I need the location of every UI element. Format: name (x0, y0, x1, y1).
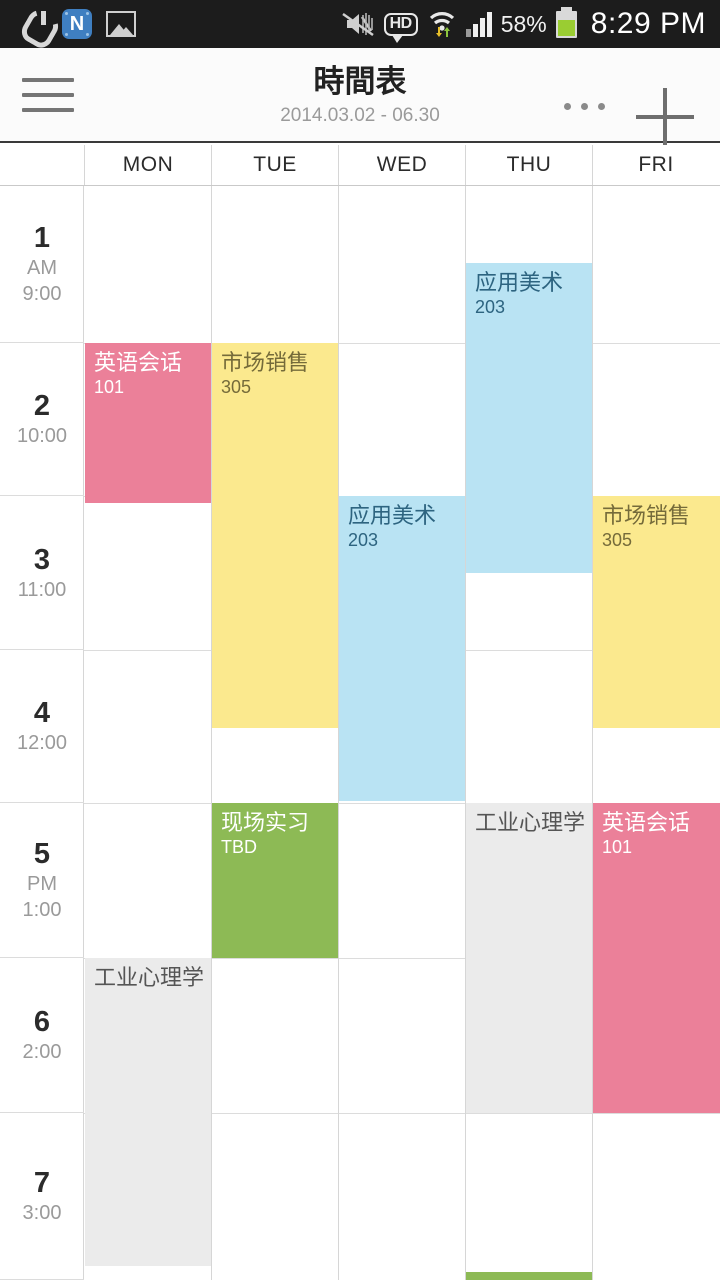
time-slot-3: 3 11:00 (0, 496, 84, 650)
n-app-icon-letter: N (69, 13, 85, 35)
timetable: MON TUE WED THU FRI 1 AM 9:00 2 10:00 3 11:00 4… (0, 145, 720, 1280)
day-header-mon[interactable]: MON (84, 145, 211, 185)
event-title: 现场实习 (221, 810, 310, 835)
wifi-icon (427, 9, 457, 39)
time-slot-4: 4 12:00 (0, 650, 84, 803)
hd-voice-icon: HD (383, 12, 418, 43)
day-header-row: MON TUE WED THU FRI (0, 145, 720, 186)
event-block[interactable]: 应用美术 203 (466, 263, 592, 573)
period-clock: 3:00 (22, 1202, 62, 1224)
period-clock: 2:00 (22, 1041, 62, 1063)
day-header-wed[interactable]: WED (338, 145, 465, 185)
period-clock: 11:00 (17, 578, 67, 601)
event-title: 应用美术 (475, 270, 564, 295)
event-title: 市场销售 (602, 503, 691, 528)
status-bar-left-icons: N (22, 9, 136, 39)
event-block[interactable]: 英语会话 101 (85, 343, 211, 503)
event-block[interactable]: 市场销售 305 (593, 496, 720, 728)
n-app-icon: N (62, 9, 92, 39)
period-meridiem: PM (27, 873, 57, 895)
event-title: 应用美术 (348, 503, 437, 528)
event-block[interactable]: 工业心理学 (466, 803, 592, 1113)
day-header-tue[interactable]: TUE (211, 145, 338, 185)
day-header-fri[interactable]: FRI (592, 145, 719, 185)
mute-icon (341, 10, 375, 38)
event-block[interactable] (466, 1272, 592, 1280)
event-room: TBD (221, 837, 257, 857)
event-title: 工业心理学 (94, 965, 205, 990)
event-room: 305 (602, 530, 633, 550)
event-block[interactable]: 现场实习 TBD (212, 803, 338, 958)
time-slot-2: 2 10:00 (0, 343, 84, 496)
period-meridiem: AM (27, 257, 57, 279)
time-column: 1 AM 9:00 2 10:00 3 11:00 4 12:00 5 PM 1:00 6 2:00 7 3:… (0, 186, 84, 1280)
period-clock: 10:00 (16, 425, 68, 447)
event-block[interactable]: 英语会话 101 (593, 803, 720, 1113)
battery-percent-label: 58% (500, 10, 547, 37)
time-slot-5: 5 PM 1:00 (0, 803, 84, 958)
event-room: 203 (348, 530, 379, 550)
signal-icon (465, 11, 492, 37)
timetable-body: 1 AM 9:00 2 10:00 3 11:00 4 12:00 5 PM 1:00 6 2:00 7 3:… (0, 186, 720, 1280)
period-number: 5 (33, 838, 51, 870)
gallery-icon (106, 11, 136, 37)
period-number: 1 (33, 222, 51, 254)
event-title: 英语会话 (602, 810, 691, 835)
period-clock: 12:00 (16, 732, 68, 754)
period-number: 3 (33, 543, 51, 576)
clock-label: 8:29 PM (590, 7, 706, 40)
period-clock: 1:00 (22, 899, 62, 921)
event-room: 305 (221, 377, 252, 397)
time-slot-7: 7 3:00 (0, 1113, 84, 1280)
plus-icon[interactable] (636, 88, 694, 146)
app-header: 時間表 2014.03.02 - 06.30 (0, 48, 720, 146)
event-title: 英语会话 (94, 350, 183, 375)
event-room: 101 (94, 377, 125, 397)
period-number: 2 (33, 390, 51, 422)
event-block[interactable]: 工业心理学 (85, 958, 211, 1266)
battery-icon (555, 6, 577, 38)
day-header-thu[interactable]: THU (465, 145, 592, 185)
event-room: 203 (475, 297, 506, 317)
event-block[interactable]: 应用美术 203 (339, 496, 465, 801)
period-number: 7 (33, 1167, 51, 1199)
period-clock: 9:00 (22, 283, 62, 305)
event-title: 市场销售 (221, 350, 310, 375)
day-header-corner (0, 145, 84, 185)
event-room: 101 (602, 837, 633, 857)
period-number: 6 (33, 1006, 51, 1038)
time-slot-1: 1 AM 9:00 (0, 186, 84, 343)
status-bar-right-icons: HD 58% 8:29 PM (341, 6, 706, 43)
column-separator (592, 186, 593, 1280)
status-bar: N HD 58% 8:29 PM (0, 0, 720, 48)
time-slot-6: 6 2:00 (0, 958, 84, 1113)
overflow-menu-icon[interactable] (554, 96, 614, 116)
event-block[interactable]: 市场销售 305 (212, 343, 338, 728)
g-app-icon (22, 10, 48, 38)
event-title: 工业心理学 (475, 810, 586, 835)
period-number: 4 (33, 697, 51, 729)
